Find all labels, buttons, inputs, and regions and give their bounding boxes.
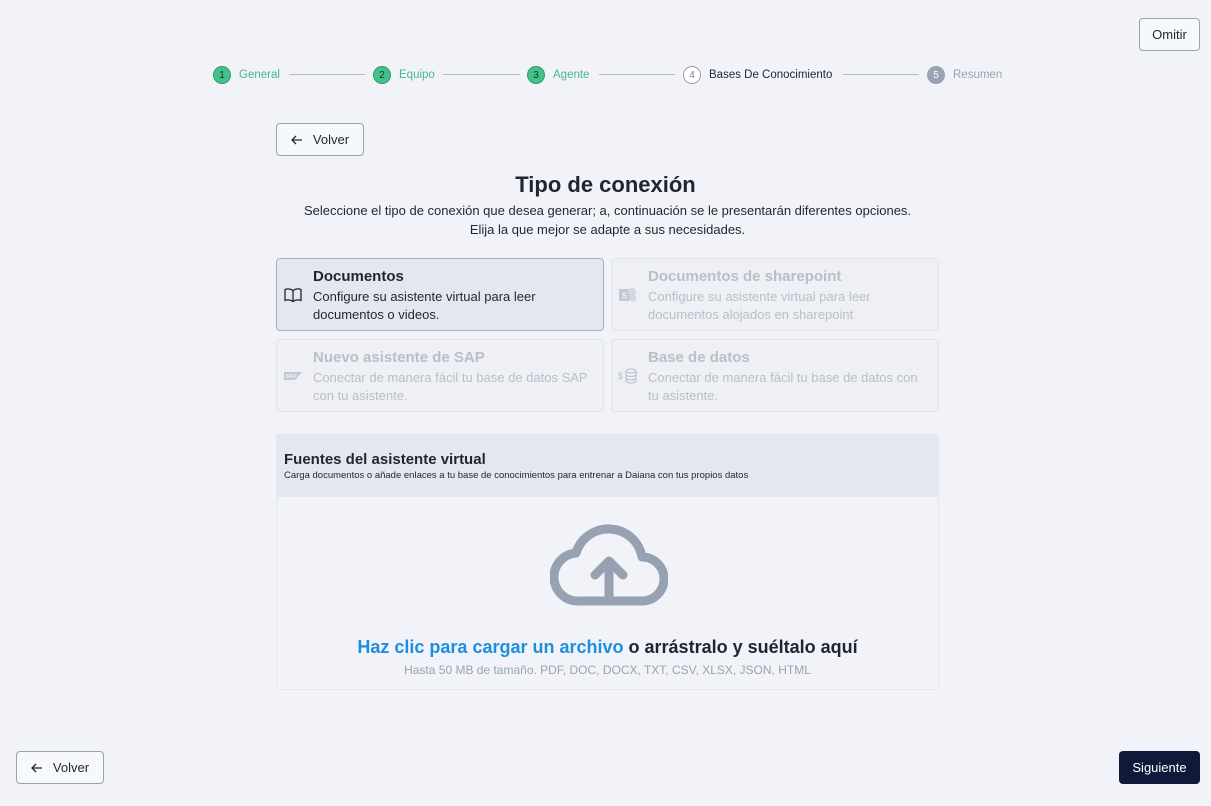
arrow-left-icon xyxy=(31,761,43,775)
step-number: 1 xyxy=(213,66,231,84)
step-connector xyxy=(599,74,675,75)
back-button-bottom[interactable]: Volver xyxy=(16,751,104,784)
sources-subtitle: Carga documentos o añade enlaces a tu ba… xyxy=(284,470,749,481)
upload-dropzone-text[interactable]: Haz clic para cargar un archivo o arrást… xyxy=(277,637,938,658)
card-description: Configure su asistente virtual para leer… xyxy=(313,289,536,322)
next-button-label: Siguiente xyxy=(1132,760,1187,775)
card-title: Nuevo asistente de SAP xyxy=(313,349,485,366)
stepper: 1 General 2 Equipo 3 Agente 4 Bases De C… xyxy=(0,64,1211,86)
step-general[interactable]: 1 General xyxy=(213,66,280,84)
step-equipo[interactable]: 2 Equipo xyxy=(373,66,435,84)
database-icon: $ xyxy=(618,366,638,386)
step-label: Bases De Conocimiento xyxy=(709,69,833,81)
step-resumen[interactable]: 5 Resumen xyxy=(927,66,1002,84)
card-description: Conectar de manera fácil tu base de dato… xyxy=(313,370,588,403)
back-button-label: Volver xyxy=(52,760,90,775)
svg-text:S: S xyxy=(622,292,628,301)
sap-icon: SAP xyxy=(283,366,303,386)
subtitle-line: Seleccione el tipo de conexión que desea… xyxy=(303,203,912,218)
option-card-documentos[interactable]: Documentos Configure su asistente virtua… xyxy=(276,258,604,331)
step-number: 2 xyxy=(373,66,391,84)
back-button-top[interactable]: Volver xyxy=(276,123,364,156)
option-card-base-de-datos: $ Base de datos Conectar de manera fácil… xyxy=(611,339,939,412)
upload-drag-text: o arrástralo y suéltalo aquí xyxy=(628,637,858,657)
card-title: Base de datos xyxy=(648,349,750,366)
option-card-sap: SAP Nuevo asistente de SAP Conectar de m… xyxy=(276,339,604,412)
skip-button[interactable]: Omitir xyxy=(1139,18,1200,51)
page-title: Tipo de conexión xyxy=(515,172,696,197)
sharepoint-icon: S xyxy=(618,285,638,305)
step-connector xyxy=(289,74,365,75)
step-label: General xyxy=(239,69,280,81)
sources-title: Fuentes del asistente virtual xyxy=(284,451,486,468)
option-card-sharepoint: S Documentos de sharepoint Configure su … xyxy=(611,258,939,331)
next-button[interactable]: Siguiente xyxy=(1119,751,1200,784)
arrow-left-icon xyxy=(291,133,303,147)
book-icon xyxy=(283,285,303,305)
step-connector xyxy=(843,74,919,75)
card-description: Conectar de manera fácil tu base de dato… xyxy=(648,370,918,403)
card-title: Documentos de sharepoint xyxy=(648,268,842,285)
step-bases-de-conocimiento[interactable]: 4 Bases De Conocimiento xyxy=(683,66,832,84)
step-label: Equipo xyxy=(399,69,435,81)
card-description: Configure su asistente virtual para leer… xyxy=(648,289,871,322)
card-title: Documentos xyxy=(313,268,404,285)
page-subtitle: Seleccione el tipo de conexión que desea… xyxy=(250,201,965,239)
skip-button-label: Omitir xyxy=(1152,27,1187,42)
upload-hint: Hasta 50 MB de tamaño. PDF, DOC, DOCX, T… xyxy=(404,663,811,677)
upload-file-link[interactable]: Haz clic para cargar un archivo xyxy=(357,637,623,657)
step-connector xyxy=(443,74,520,75)
subtitle-line: Elija la que mejor se adapte a sus neces… xyxy=(469,222,746,237)
step-label: Resumen xyxy=(953,69,1003,81)
step-label: Agente xyxy=(553,69,590,81)
step-number: 3 xyxy=(527,66,545,84)
knowledge-sources-panel: Fuentes del asistente virtual Carga docu… xyxy=(276,434,939,690)
sources-header: Fuentes del asistente virtual Carga docu… xyxy=(277,435,938,497)
step-agente[interactable]: 3 Agente xyxy=(527,66,589,84)
step-number: 4 xyxy=(683,66,701,84)
svg-text:$: $ xyxy=(618,371,623,381)
back-button-label: Volver xyxy=(312,132,350,147)
step-number: 5 xyxy=(927,66,945,84)
svg-text:SAP: SAP xyxy=(286,374,298,380)
cloud-upload-icon[interactable] xyxy=(549,523,669,614)
